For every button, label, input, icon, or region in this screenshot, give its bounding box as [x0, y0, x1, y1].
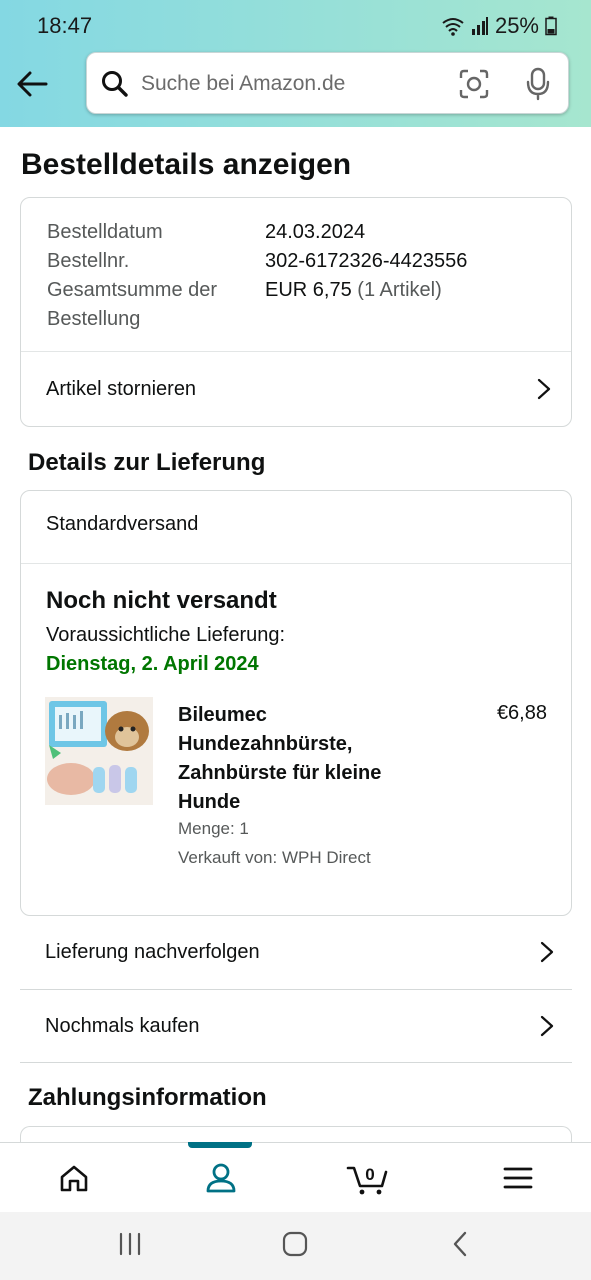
system-navigation-bar: [0, 1212, 591, 1280]
order-total-label-line1: Gesamtsumme der: [47, 279, 218, 301]
divider: [20, 1062, 572, 1063]
recent-apps-icon[interactable]: [118, 1230, 142, 1258]
status-icons: 25%: [441, 13, 557, 39]
nav-cart[interactable]: 0: [294, 1143, 441, 1213]
search-bar[interactable]: [86, 52, 569, 114]
app-header: 18:47 25%: [0, 0, 591, 127]
order-date-label: Bestelldatum: [47, 221, 163, 243]
payment-section-title: Zahlungsinformation: [28, 1084, 267, 1111]
battery-icon: [545, 16, 557, 36]
status-bar: 18:47 25%: [0, 0, 591, 52]
signal-icon: [471, 17, 488, 35]
order-number-label: Bestellnr.: [47, 250, 130, 272]
home-button-icon[interactable]: [282, 1230, 308, 1258]
home-icon: [60, 1165, 87, 1192]
search-icon: [102, 71, 128, 97]
account-icon: [206, 1163, 235, 1193]
product-image[interactable]: [45, 697, 153, 805]
bottom-navigation: 0: [0, 1142, 591, 1212]
order-number-value: 302-6172326-4423556: [265, 250, 468, 272]
chevron-right-icon: [540, 941, 554, 963]
product-thumbnail-icon: [45, 697, 153, 805]
chevron-right-icon: [540, 1015, 554, 1037]
camera-lens-icon[interactable]: [459, 69, 489, 99]
back-nav-icon[interactable]: [450, 1230, 470, 1258]
back-button[interactable]: [14, 66, 50, 102]
divider: [21, 563, 571, 564]
buy-again-row[interactable]: Nochmals kaufen: [20, 990, 572, 1062]
track-delivery-label: Lieferung nachverfolgen: [45, 940, 260, 963]
product-seller: Verkauft von: WPH Direct: [178, 848, 371, 867]
eta-date: Dienstag, 2. April 2024: [46, 653, 259, 675]
arrow-left-icon: [17, 71, 48, 97]
nav-account[interactable]: [147, 1143, 294, 1213]
cancel-items-label: Artikel stornieren: [46, 377, 197, 400]
delivery-section-title: Details zur Lieferung: [28, 449, 266, 476]
eta-label: Voraussichtliche Lieferung:: [46, 624, 286, 646]
order-summary-card: Bestelldatum 24.03.2024 Bestellnr. 302-6…: [20, 197, 572, 427]
product-quantity: Menge: 1: [178, 819, 249, 838]
order-total-label-line2: Bestellung: [47, 308, 141, 330]
search-input[interactable]: [141, 67, 441, 101]
cart-icon: 0: [346, 1165, 387, 1195]
shipping-method: Standardversand: [46, 513, 199, 535]
order-total-value: EUR 6,75 (1 Artikel): [265, 276, 442, 305]
product-price: €6,88: [496, 702, 547, 724]
nav-menu[interactable]: [444, 1143, 591, 1213]
buy-again-label: Nochmals kaufen: [45, 1014, 200, 1037]
cart-count: 0: [365, 1165, 374, 1184]
status-time: 18:47: [37, 13, 93, 38]
cancel-items-row[interactable]: Artikel stornieren: [21, 352, 571, 426]
order-date-value: 24.03.2024: [265, 221, 366, 243]
order-total-amount: EUR 6,75: [265, 279, 352, 301]
nav-home[interactable]: [0, 1143, 147, 1213]
order-total-items: (1 Artikel): [357, 279, 442, 301]
delivery-card: Standardversand Noch nicht versandt Vora…: [20, 490, 572, 916]
track-delivery-row[interactable]: Lieferung nachverfolgen: [20, 916, 572, 988]
battery-percent: 25%: [494, 13, 539, 38]
shipment-status: Noch nicht versandt: [46, 587, 277, 614]
menu-icon: [503, 1167, 532, 1189]
wifi-icon: [442, 18, 464, 36]
microphone-icon[interactable]: [525, 67, 551, 101]
page-title: Bestelldetails anzeigen: [21, 148, 352, 181]
chevron-right-icon: [537, 378, 551, 400]
product-title-link[interactable]: Bileumec Hundezahnbürste, Zahnbürste für…: [178, 701, 418, 817]
